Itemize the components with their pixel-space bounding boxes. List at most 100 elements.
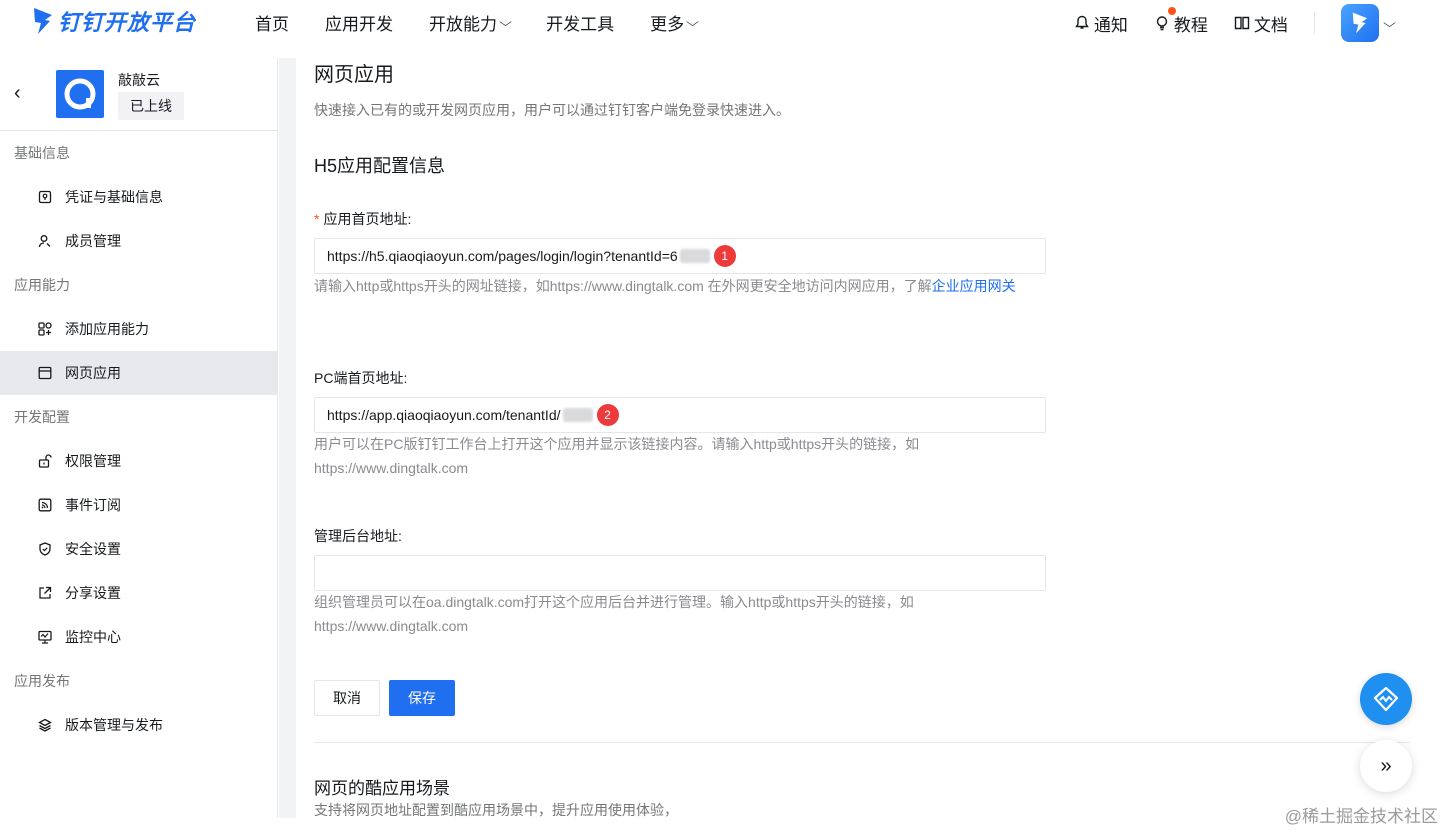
top-navbar: 钉钉开放平台 首页 应用开发 开放能力 ⌵ 开发工具 更多 ⌵ 通知 教程 文档 ⌵ [0,0,1446,46]
dingtalk-logo-icon [34,8,52,34]
user-avatar[interactable] [1340,4,1379,42]
pc-url-label: PC端首页地址: [314,370,408,386]
redacted-mask [679,249,710,263]
input-value: https://h5.qiaoqiaoyun.com/pages/login/l… [327,248,678,264]
nav-label: 首页 [255,15,289,34]
sidebar-item-label: 安全设置 [65,541,121,557]
group-title-publish: 应用发布 [14,673,70,689]
bell-icon [1075,15,1089,29]
save-button[interactable]: 保存 [389,680,455,716]
tutorial-label: 教程 [1173,15,1208,35]
h5-url-label: * 应用首页地址: [314,209,411,229]
page-description: 快速接入已有的或开发网页应用，用户可以通过钉钉客户端免登录快速进入。 [314,102,790,118]
input-value: https://app.qiaoqiaoyun.com/tenantId/ [327,407,561,423]
sidebar-item-label: 添加应用能力 [65,321,149,337]
nav-item-open-capability[interactable]: 开放能力 ⌵ [429,10,512,35]
h5-url-input[interactable]: https://h5.qiaoqiaoyun.com/pages/login/l… [314,238,1046,274]
sidebar-item-permissions[interactable]: 权限管理 [0,439,277,483]
required-mark: * [314,211,320,227]
tutorial-button[interactable]: 教程 [1154,6,1208,36]
pc-url-input[interactable]: https://app.qiaoqiaoyun.com/tenantId/ 2 [314,397,1046,433]
robot-chat-icon [1373,686,1399,712]
browser-icon [38,366,52,380]
new-dot-badge [1167,6,1176,15]
group-title-capability: 应用能力 [14,277,70,293]
nav-label: 开放能力 [429,15,497,34]
chevron-down-icon[interactable]: ⌵ [1383,16,1396,31]
sidebar-item-web-app[interactable]: 网页应用 [0,351,277,395]
label-text: 应用首页地址: [323,211,412,227]
sidebar-item-security[interactable]: 安全设置 [0,527,277,571]
monitor-icon [38,630,52,644]
divider [1313,12,1315,34]
sidebar-item-label: 监控中心 [65,629,121,645]
nav-label: 开发工具 [546,15,615,34]
dingtalk-avatar-icon [1352,12,1368,34]
sidebar-item-credentials[interactable]: 凭证与基础信息 [0,175,277,219]
pc-url-help: 用户可以在PC版钉钉工作台上打开这个应用并显示该链接内容。请输入http或htt… [314,436,920,476]
gateway-link[interactable]: 企业应用网关 [932,278,1016,294]
docs-label: 文档 [1253,15,1288,35]
cool-app-description: 支持将网页地址配置到酷应用场景中，提升应用使用体验， [314,802,678,818]
sidebar-item-label: 分享设置 [65,585,121,601]
shield-icon [38,542,52,556]
chevron-down-icon: ⌵ [686,15,700,29]
sidebar-item-label: 权限管理 [65,453,121,469]
share-icon [38,586,52,600]
sidebar-item-share[interactable]: 分享设置 [0,571,277,615]
chevron-down-icon: ⌵ [499,15,512,29]
main-content: 网页应用 快速接入已有的或开发网页应用，用户可以通过钉钉客户端免登录快速进入。 … [296,58,1430,818]
cancel-button[interactable]: 取消 [314,680,380,716]
h5-url-help: 请输入http或https开头的网址链接，如https://www.dingta… [314,274,1044,298]
notify-label: 通知 [1093,15,1128,35]
admin-url-help: 组织管理员可以在oa.dingtalk.com打开这个应用后台并进行管理。输入h… [314,594,914,634]
docs-button[interactable]: 文档 [1234,11,1288,36]
admin-url-input[interactable] [314,555,1046,591]
credential-icon [38,190,52,204]
book-icon [1234,16,1250,30]
sidebar-item-monitor[interactable]: 监控中心 [0,615,277,659]
content-gutter [279,58,296,818]
expand-panel-button[interactable]: » [1360,740,1412,792]
assistant-chat-button[interactable] [1360,673,1412,725]
section-divider [314,742,1410,743]
group-title-dev-config: 开发配置 [14,409,70,425]
section-title: H5应用配置信息 [314,156,446,176]
sidebar-item-add-capability[interactable]: 添加应用能力 [0,307,277,351]
back-arrow-icon[interactable]: ‹ [14,83,30,103]
sidebar-item-label: 事件订阅 [65,497,121,513]
main-nav: 首页 应用开发 开放能力 ⌵ 开发工具 更多 ⌵ [255,10,733,35]
layers-icon [38,718,52,732]
sidebar-item-versions[interactable]: 版本管理与发布 [0,703,277,747]
top-right-actions: 通知 教程 文档 ⌵ [1074,0,1446,46]
rss-icon [38,498,52,512]
nav-item-home[interactable]: 首页 [255,10,289,35]
nav-label: 更多 [650,15,685,34]
redacted-mask [562,408,593,422]
brand-logo[interactable]: 钉钉开放平台 [32,3,196,39]
bulb-icon [1156,16,1168,31]
admin-url-label: 管理后台地址: [314,528,402,544]
cool-app-title: 网页的酷应用场景 [314,779,450,798]
app-logo [56,70,104,118]
double-chevron-right-icon: » [1380,754,1392,777]
nav-item-app-dev[interactable]: 应用开发 [325,10,393,35]
sidebar-item-members[interactable]: 成员管理 [0,219,277,263]
member-icon [38,234,52,248]
status-badge: 已上线 [118,92,184,120]
app-header: ‹ 敲敲云 已上线 [0,58,277,131]
nav-item-dev-tools[interactable]: 开发工具 [546,10,614,35]
annotation-badge: 2 [596,404,619,426]
app-logo-icon [64,78,96,110]
group-title-basic: 基础信息 [14,145,70,161]
sidebar-item-label: 凭证与基础信息 [65,189,163,205]
notify-button[interactable]: 通知 [1074,11,1128,36]
sidebar-item-label: 网页应用 [65,365,121,381]
nav-item-more[interactable]: 更多 ⌵ [650,10,700,35]
watermark: @稀土掘金技术社区 [1284,807,1438,826]
brand-name: 钉钉开放平台 [58,10,197,35]
grid-plus-icon [38,322,52,336]
help-text: 请输入http或https开头的网址链接，如https://www.dingta… [314,278,932,294]
page-title: 网页应用 [314,64,394,86]
sidebar-item-events[interactable]: 事件订阅 [0,483,277,527]
